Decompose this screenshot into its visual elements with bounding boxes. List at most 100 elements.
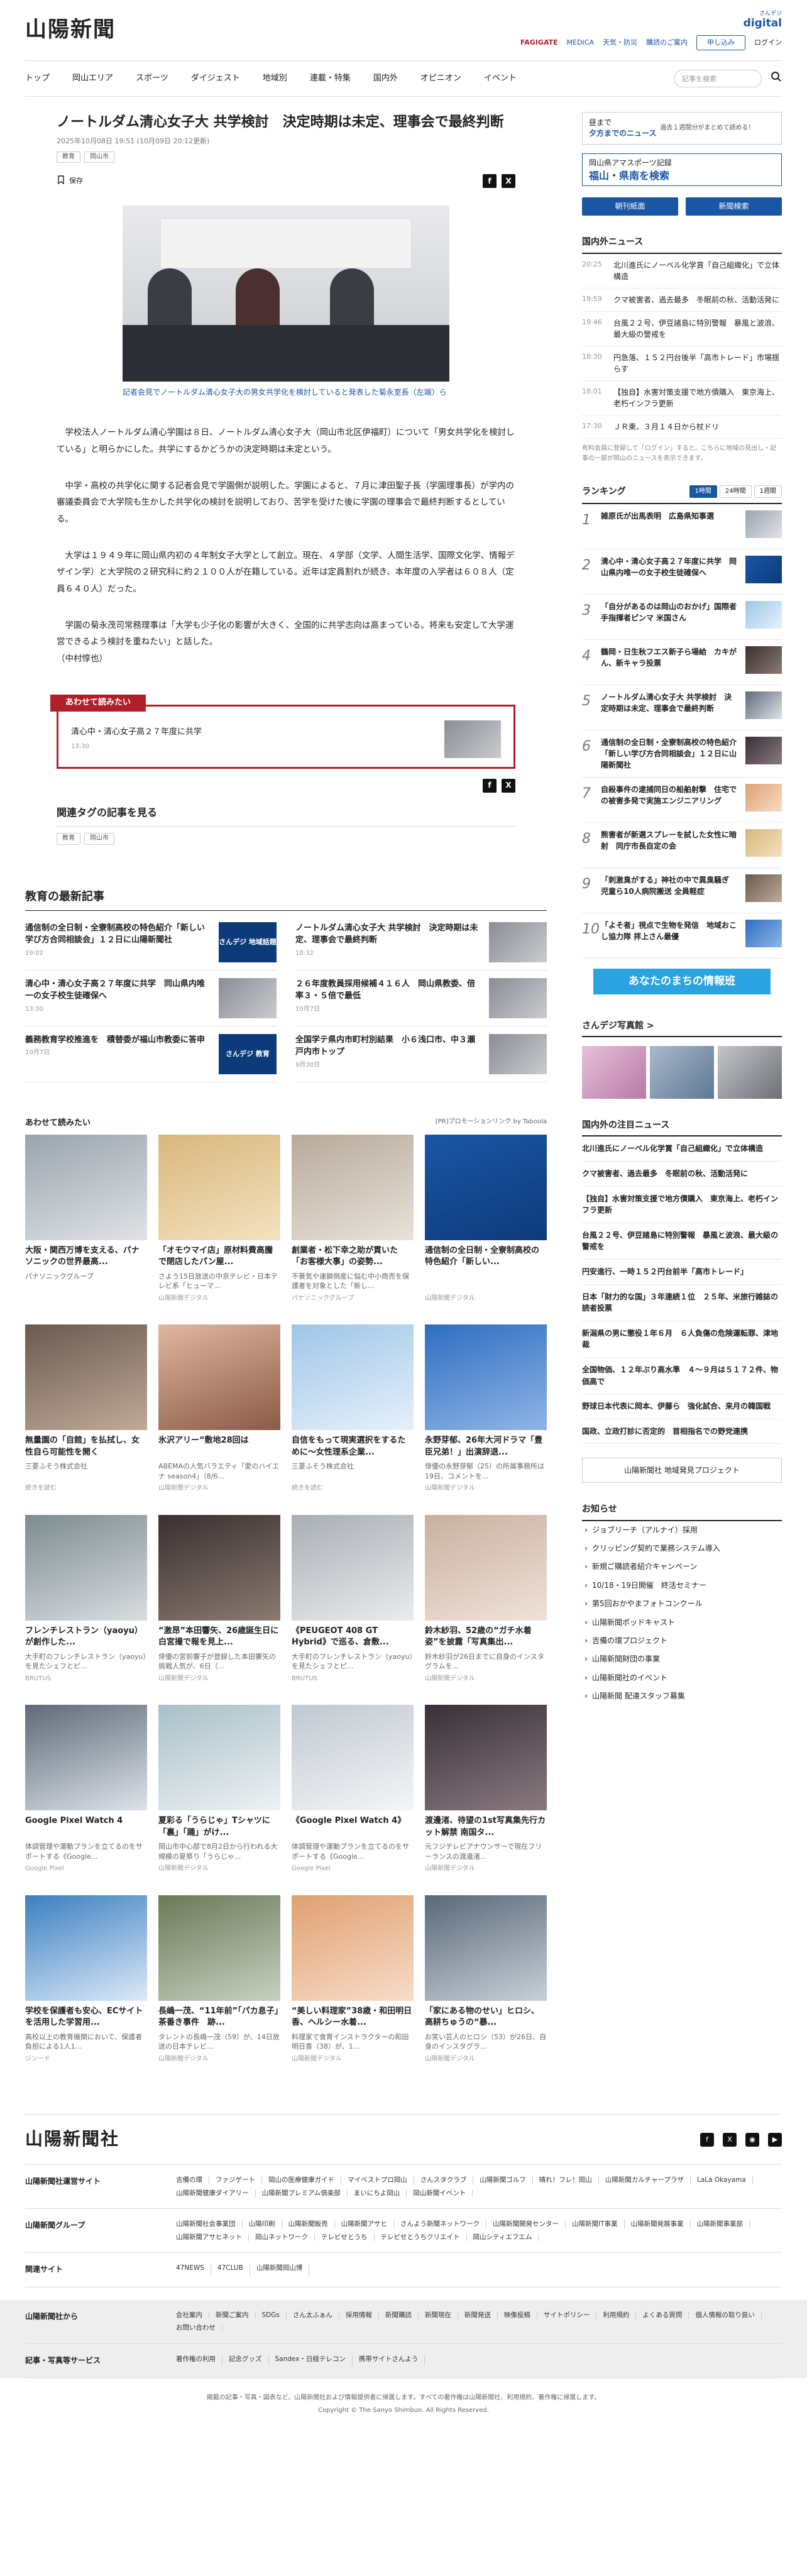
recommended-card[interactable]: 「家にある物のせい」ヒロシ、高耕ちゅうの“暴... お笑い芸人のヒロシ（53）が2… (425, 1895, 547, 2064)
edu-article[interactable]: ２６年度教員採用候補４１６人 岡山県教委、倍率３・５倍で最低 10月7日 (295, 971, 547, 1027)
notice-item[interactable]: 山陽新聞社のイベント (582, 1669, 782, 1687)
paper-search-button[interactable]: 新聞検索 (686, 197, 782, 216)
nav-domestic[interactable]: 国内外 (373, 73, 398, 85)
footer-link[interactable]: 山陽新聞IT事業 (566, 2220, 625, 2228)
x-icon[interactable]: X (723, 2132, 737, 2147)
footer-link[interactable]: お問い合わせ (170, 2324, 222, 2332)
footer-link[interactable]: 山陽新聞アサヒ (335, 2220, 394, 2228)
edu-article[interactable]: 通信制の全日制・全寮制高校の特色紹介「新しい学び方合同相談会」１２日に山陽新聞社… (25, 915, 277, 971)
ranking-item[interactable]: 5 ノートルダム清心女子大 共学検討 決定時期は未定、理事会で最終判断 (582, 685, 782, 731)
footer-link[interactable]: まいにちよ岡山 (348, 2189, 407, 2198)
recommended-card[interactable]: 永野芽郁、26年大河ドラマ「豊臣兄弟！」出演辞退... 俳優の永野芽郁（25）の所… (425, 1324, 547, 1494)
attention-news-item[interactable]: 北川進氏にノーベル化学賞「自己組織化」で立体構造 (582, 1137, 782, 1162)
weather-link[interactable]: 天気・防災 (603, 38, 637, 48)
recommended-card[interactable]: 創業者・松下幸之助が貫いた「お客様大事」の姿勢... 不景気や連鎖倒産に悩む中小商… (292, 1134, 414, 1304)
recommended-card[interactable]: 《Google Pixel Watch 4》 体調管理や運動プランを立てるのをサポ… (292, 1705, 414, 1874)
youtube-icon[interactable]: ▶ (768, 2132, 782, 2147)
gallery-photo[interactable] (718, 1046, 782, 1099)
project-banner[interactable]: 山陽新聞社 地域発見プロジェクト (582, 1458, 782, 1483)
footer-link[interactable]: マイベストプロ岡山 (341, 2176, 414, 2184)
recommended-card[interactable]: 大阪・関西万博を支える、パナソニックの世界最高... パナソニックグループ (25, 1134, 147, 1304)
article-photo[interactable]: 記者会見でノートルダム清心女子大の男女共学化を検討していると発表した菊永室長（左… (123, 206, 449, 398)
domestic-news-item[interactable]: 19:59 クマ被害者、過去最多 冬眠前の秋、活動活発に (582, 289, 782, 312)
article-tag[interactable]: 教育 (57, 151, 80, 163)
footer-link[interactable]: SDGs (256, 2311, 287, 2320)
footer-link[interactable]: さんよう新聞ネットワーク (394, 2220, 486, 2228)
facebook-share-icon[interactable]: f (483, 174, 497, 189)
domestic-news-item[interactable]: 17:30 ＪＲ東、３月１４日から杖ドリ (582, 416, 782, 439)
footer-link[interactable]: 岡山新聞イベント (407, 2189, 473, 2198)
search-input[interactable]: 記事を検索 (674, 70, 762, 87)
footer-link[interactable]: 山陽新聞岡山博 (250, 2264, 310, 2276)
footer-link[interactable]: 利用規約 (596, 2311, 637, 2320)
town-info-banner[interactable]: あなたのまちの情報班 (593, 969, 771, 994)
footer-link[interactable]: 山陽新聞事業部 (691, 2220, 750, 2228)
edu-article[interactable]: ノートルダム清心女子大 共学検討 決定時期は未定、理事会で最終判断 18:32 (295, 915, 547, 971)
attention-news-item[interactable]: 野球日本代表に岡本、伊藤ら 強化試合、来月の韓国戦 (582, 1394, 782, 1419)
edu-article[interactable]: 義務教育学校推進を 積替委が福山市教委に答申 10月7日 さんデジ 教育 (25, 1027, 277, 1082)
nav-okayama-area[interactable]: 岡山エリア (72, 73, 113, 85)
attention-news-item[interactable]: クマ被害者、過去最多 冬眠前の秋、活動活発に (582, 1162, 782, 1187)
footer-link[interactable]: 山陽新聞アサヒネット (170, 2233, 249, 2242)
footer-link[interactable]: 山陽印刷 (243, 2220, 282, 2228)
footer-link[interactable]: 著作権の利用 (170, 2355, 222, 2367)
recommended-card[interactable]: 氷沢アリー“敷地28回は ABEMAの人気バラエティ「愛のハイエナ season4… (158, 1324, 280, 1494)
login-button[interactable]: ログイン (754, 38, 782, 48)
digital-logo[interactable]: さんデジ digital (744, 10, 782, 29)
nav-sports[interactable]: スポーツ (136, 73, 168, 85)
notice-item[interactable]: クリッピング契約で業務システム導入 (582, 1539, 782, 1558)
save-button[interactable]: 保存 (57, 175, 83, 187)
article-tag[interactable]: 岡山市 (84, 151, 114, 163)
footer-link[interactable]: 新聞現在 (419, 2311, 458, 2320)
footer-link[interactable]: 山陽新聞健康ダイアリー (170, 2189, 256, 2198)
nav-digest[interactable]: ダイジェスト (191, 73, 240, 85)
nav-series[interactable]: 連載・特集 (310, 73, 351, 85)
related-tag[interactable]: 教育 (57, 833, 80, 845)
footer-link[interactable]: テレビせとうちクリエイト (375, 2233, 467, 2242)
ranking-item[interactable]: 4 鶴岡・日生秋フエス新子ら場給 カキがん、新キャラ投票 (582, 640, 782, 686)
domestic-news-item[interactable]: 19:46 台風２２号、伊豆諸島に特別警報 暴風と波浪、最大級の警戒を (582, 312, 782, 346)
footer-link[interactable]: 新聞発送 (458, 2311, 498, 2320)
attention-news-item[interactable]: 日本「財力的な国」３年連続１位 ２５年、米旅行雑誌の読者投票 (582, 1285, 782, 1321)
attention-news-item[interactable]: 全国物価、１２年ぶり高水準 ４〜９月は５１７２件、物価高で (582, 1358, 782, 1395)
ranking-item[interactable]: 9 「刺激臭がする」神社の中で異臭騒ぎ 児童ら10人病院搬送 全員軽症 (582, 868, 782, 914)
footer-link[interactable]: 晴れ！フレ！岡山 (533, 2176, 599, 2184)
x-share-icon[interactable]: X (502, 174, 515, 189)
recommended-card[interactable]: 夏彩る「うらじゃ」Tシャツに「裏」「踊」がけ... 岡山市中心部で8月2日から行わ… (158, 1705, 280, 1874)
footer-link[interactable]: 47NEWS (170, 2264, 211, 2276)
attention-news-item[interactable]: 台風２２号、伊豆諸島に特別警報 暴風と波浪、最大級の警戒を (582, 1223, 782, 1260)
footer-link[interactable]: 47CLUB (211, 2264, 250, 2276)
ranking-tab-1h[interactable]: 1時間 (689, 485, 717, 498)
ranking-item[interactable]: 8 熊害者が新選スプレーを試した女性に暗射 同庁市長自定の会 (582, 823, 782, 869)
evening-news-ad[interactable]: 昼まで 夕方までのニュース 過去１週間分がまとめて読める！ (582, 112, 782, 145)
recommended-card[interactable]: 渡邊渚、待望の1st写真集先行カット解禁 南国タ... 元フジテレビアナウンサーで… (425, 1705, 547, 1874)
footer-link[interactable]: さんスタクラブ (414, 2176, 474, 2184)
recommended-card[interactable]: 鈴木紗羽、52歳の“ガチ水着姿”を披露「写真集出... 鈴木紗羽が26日までに自身… (425, 1514, 547, 1684)
footer-link[interactable]: 山陽新聞ゴルフ (473, 2176, 533, 2184)
footer-link[interactable]: 採用情報 (339, 2311, 379, 2320)
notice-item[interactable]: 新規ご購読者紹介キャンペーン (582, 1558, 782, 1576)
edu-article[interactable]: 清心中・清心女子高２７年度に共学 同山県内唯一の女子校生徒確保へ 13:30 (25, 971, 277, 1027)
ranking-item[interactable]: 3 「自分があるのは岡山のおかげ」国際者手指揮者ピンマ 米国さん (582, 595, 782, 641)
ranking-item[interactable]: 7 自殺事件の逮捕同日の船舶射撃 住宅での被害多発で実施エンジニアリング (582, 778, 782, 823)
recommended-card[interactable]: 自信をもって現実選択をするために〜女性理系企業... 三菱ふそう株式会社 続きを読む (292, 1324, 414, 1494)
nav-region[interactable]: 地域別 (263, 73, 287, 85)
recommended-card[interactable]: “激昂”本田響矢、26歳誕生日に白宮撮で報を見上... 俳優の宮前響子が登録した本… (158, 1514, 280, 1684)
facebook-icon[interactable]: f (700, 2132, 714, 2147)
attention-news-item[interactable]: 新潟県の男に懲役１年６月 ６人負傷の危険運転罪、津地裁 (582, 1321, 782, 1358)
footer-link[interactable]: 岡山シティエフエム (467, 2233, 539, 2242)
related-tag[interactable]: 岡山市 (84, 833, 114, 845)
footer-link[interactable]: 吉備の環 (170, 2176, 209, 2184)
gallery-photo[interactable] (650, 1046, 714, 1099)
fagigate-link[interactable]: FAGIGATE (520, 38, 558, 48)
medica-link[interactable]: MEDICA (567, 38, 594, 48)
notice-item[interactable]: 山陽新聞財団の事業 (582, 1650, 782, 1668)
subscription-guide-link[interactable]: 購読のご案内 (646, 38, 688, 48)
ranking-tab-1w[interactable]: 1週間 (754, 485, 782, 498)
footer-link[interactable]: 会社案内 (170, 2311, 209, 2320)
ranking-item[interactable]: 2 清心中・清心女子高２７年度に共学 岡山県内唯一の女子校生徒確保へ (582, 549, 782, 595)
recommended-card[interactable]: 「オモウマイ店」原材料費高騰で閉店したパン屋... さよう15日放送の中京テレビ・… (158, 1134, 280, 1304)
footer-link[interactable]: 山陽新聞販売 (282, 2220, 335, 2228)
recommended-card[interactable]: 学校を保護者も安心、ECサイトを活用した学習用... 高校以上の教育機関において、… (25, 1895, 147, 2064)
ranking-tab-24h[interactable]: 24時間 (719, 485, 752, 498)
